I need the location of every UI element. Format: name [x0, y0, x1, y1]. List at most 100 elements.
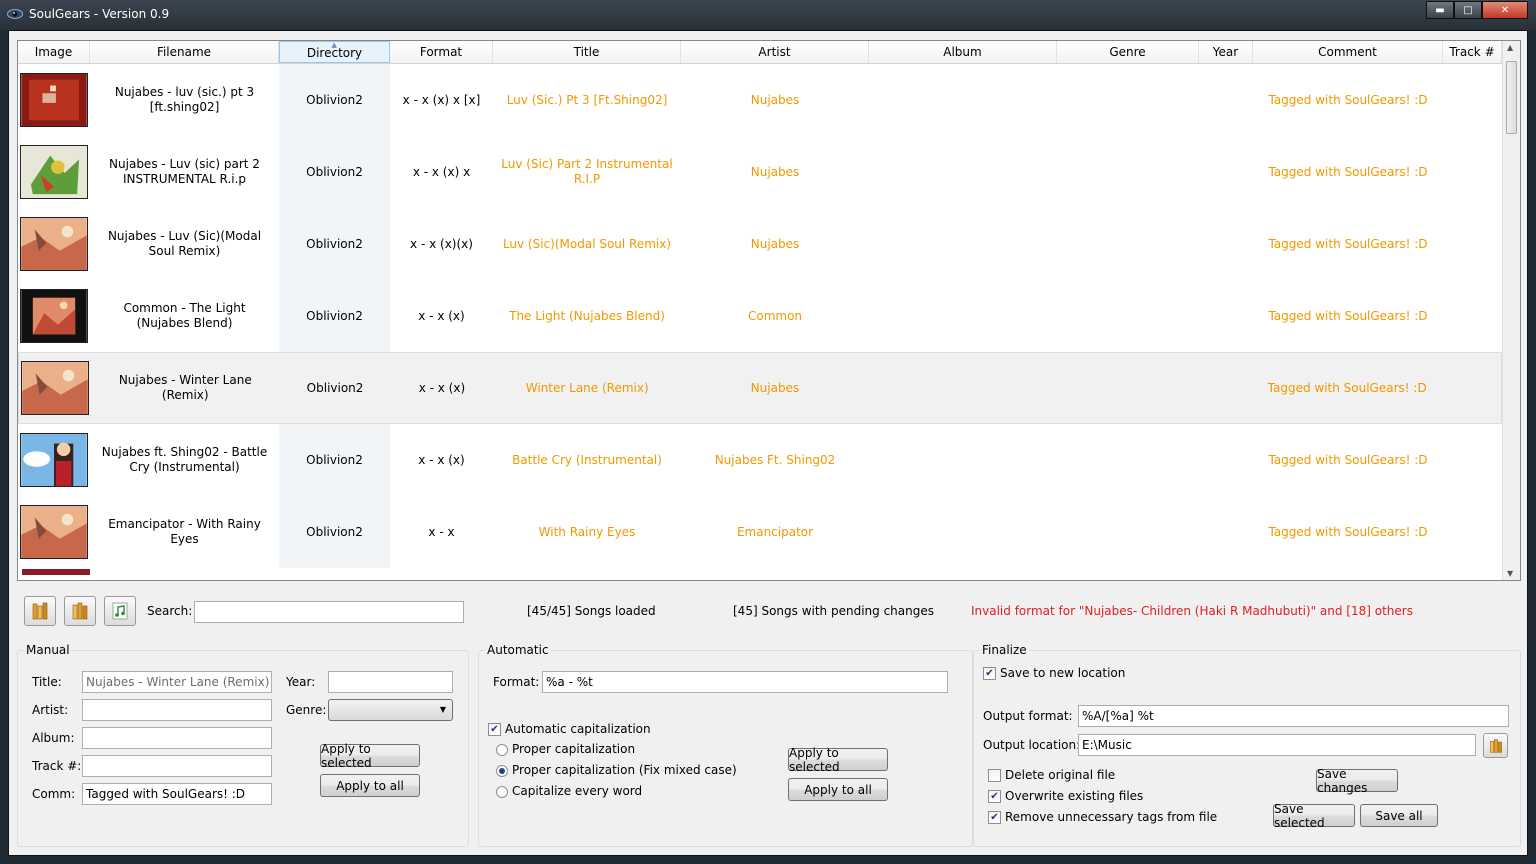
search-label: Search: [147, 604, 193, 618]
open-folder-button[interactable] [24, 596, 56, 626]
album-art-cell [18, 280, 90, 352]
maximize-button[interactable]: □ [1454, 1, 1482, 19]
manual-apply-selected-button[interactable]: Apply to selected [320, 742, 420, 770]
column-header-album[interactable]: Album [869, 41, 1057, 63]
year-input[interactable] [328, 671, 453, 693]
close-button[interactable]: ✕ [1482, 1, 1528, 19]
comment-cell: Tagged with SoulGears! :D [1268, 236, 1428, 251]
genre-cell [1057, 136, 1199, 208]
album-label: Album: [32, 731, 75, 745]
format-cell: x - x (x)(x) [410, 236, 473, 251]
album-cell [869, 64, 1057, 136]
scrollbar-thumb[interactable] [1506, 61, 1517, 134]
output-format-input[interactable]: %A/[%a] %t [1078, 705, 1509, 727]
comm-input[interactable]: Tagged with SoulGears! :D [82, 783, 272, 805]
capitalize-every-word-label: Capitalize every word [512, 784, 643, 798]
manual-apply-all-button[interactable]: Apply to all [320, 774, 420, 797]
year-cell [1198, 352, 1252, 424]
table-row[interactable]: Nujabes - Luv (Sic)(Modal Soul Remix) Ob… [18, 208, 1502, 280]
main-window: Image Filename ▲ Directory Format Title A… [8, 30, 1528, 856]
year-cell [1199, 496, 1253, 568]
auto-cap-checkbox[interactable]: ✔ [488, 723, 501, 736]
artist-input[interactable] [82, 699, 272, 721]
save-new-location-checkbox[interactable]: ✔ [983, 667, 996, 680]
column-header-artist[interactable]: Artist [681, 41, 869, 63]
table-row[interactable]: Common - The Light (Nujabes Blend) Obliv… [18, 280, 1502, 352]
format-cell: x - x (x) x [412, 164, 471, 179]
proper-cap-fix-radio[interactable] [496, 765, 508, 777]
album-art-cell [18, 136, 90, 208]
track-input[interactable] [82, 755, 272, 777]
browse-location-button[interactable] [1483, 733, 1508, 758]
column-header-track[interactable]: Track # [1443, 41, 1502, 63]
year-cell [1199, 424, 1253, 496]
year-cell [1199, 208, 1253, 280]
album-cell [869, 208, 1057, 280]
save-all-button[interactable]: Save all [1360, 804, 1438, 827]
column-header-title[interactable]: Title [493, 41, 681, 63]
album-input[interactable] [82, 727, 272, 749]
directory-cell: Oblivion2 [279, 424, 390, 496]
genre-select[interactable]: ▼ [328, 699, 453, 721]
table-row[interactable]: Nujabes - luv (sic.) pt 3 [ft.shing02] O… [18, 64, 1502, 136]
artist-cell: Nujabes [750, 92, 800, 107]
column-header-year[interactable]: Year [1199, 41, 1253, 63]
add-files-button[interactable] [104, 596, 136, 626]
column-header-filename[interactable]: Filename [90, 41, 279, 63]
track-cell [1443, 208, 1502, 280]
title-cell: Battle Cry (Instrumental) [512, 452, 662, 467]
save-changes-button[interactable]: Save changes [1316, 767, 1398, 795]
artist-cell: Common [747, 308, 803, 323]
title-cell: Winter Lane (Remix) [525, 380, 649, 395]
auto-apply-selected-button[interactable]: Apply to selected [788, 746, 888, 774]
column-header-image[interactable]: Image [18, 41, 90, 63]
column-header-comment[interactable]: Comment [1253, 41, 1443, 63]
directory-cell: Oblivion2 [306, 380, 364, 395]
save-new-location-label: Save to new location [1000, 666, 1126, 680]
books-icon [72, 602, 88, 620]
column-header-directory[interactable]: ▲ Directory [279, 41, 390, 63]
output-location-input[interactable]: E:\Music [1078, 734, 1476, 756]
books-icon [32, 602, 48, 620]
minimize-button[interactable]: ▬ [1426, 1, 1454, 19]
delete-original-checkbox[interactable] [988, 769, 1001, 782]
title-cell: Luv (Sic) Part 2 Instrumental R.I.P [501, 157, 673, 186]
save-selected-button[interactable]: Save selected [1273, 802, 1355, 830]
column-header-format[interactable]: Format [390, 41, 493, 63]
add-folder-button[interactable] [64, 596, 96, 626]
search-input[interactable] [194, 601, 464, 623]
title-input[interactable]: Nujabes - Winter Lane (Remix) [82, 671, 272, 693]
table-row-selected[interactable]: Nujabes - Winter Lane (Remix) Oblivion2 … [18, 352, 1502, 424]
table-row-partial [18, 568, 1502, 576]
scroll-up-icon[interactable]: ▲ [1507, 43, 1513, 52]
window-title: SoulGears - Version 0.9 [29, 7, 170, 21]
track-cell [1443, 64, 1502, 136]
title-cell: With Rainy Eyes [538, 524, 636, 539]
remove-tags-label: Remove unnecessary tags from file [1005, 810, 1218, 824]
genre-cell [1057, 64, 1199, 136]
songs-loaded-status: [45/45] Songs loaded [527, 604, 656, 618]
album-art-cell [19, 352, 91, 424]
comm-label: Comm: [32, 787, 76, 801]
song-grid[interactable]: Image Filename ▲ Directory Format Title A… [17, 40, 1521, 581]
books-icon [1489, 738, 1502, 753]
directory-cell: Oblivion2 [279, 280, 390, 352]
grid-header: Image Filename ▲ Directory Format Title A… [18, 41, 1502, 64]
scroll-down-icon[interactable]: ▼ [1507, 569, 1513, 578]
column-header-genre[interactable]: Genre [1057, 41, 1199, 63]
capitalize-every-word-radio[interactable] [496, 786, 508, 798]
auto-apply-all-button[interactable]: Apply to all [788, 778, 888, 801]
format-input[interactable]: %a - %t [542, 671, 948, 693]
comment-cell: Tagged with SoulGears! :D [1268, 92, 1428, 107]
vertical-scrollbar[interactable]: ▲ ▼ [1502, 41, 1520, 580]
table-row[interactable]: Nujabes - Luv (sic) part 2 INSTRUMENTAL … [18, 136, 1502, 208]
filename-cell: Nujabes - Winter Lane (Remix) [118, 373, 252, 402]
table-row[interactable]: Emancipator - With Rainy Eyes Oblivion2 … [18, 496, 1502, 568]
filename-cell: Nujabes ft. Shing02 - Battle Cry (Instru… [101, 445, 268, 474]
album-art-image [20, 145, 88, 199]
genre-cell [1057, 352, 1199, 424]
remove-tags-checkbox[interactable]: ✔ [988, 811, 1001, 824]
overwrite-existing-checkbox[interactable]: ✔ [988, 790, 1001, 803]
table-row[interactable]: Nujabes ft. Shing02 - Battle Cry (Instru… [18, 424, 1502, 496]
proper-cap-radio[interactable] [496, 744, 508, 756]
